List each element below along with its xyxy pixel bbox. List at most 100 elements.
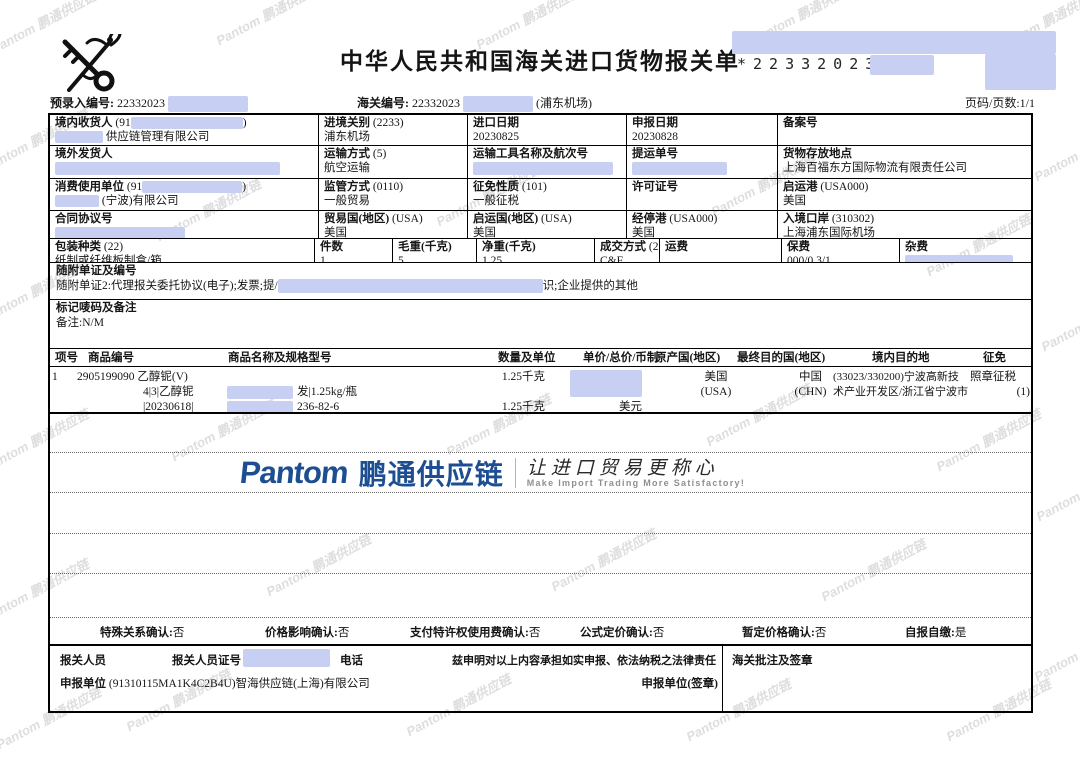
footer-divider [722, 644, 723, 711]
field-misc-fee: 杂费 [900, 239, 1031, 262]
declaration-form-table: 境内收货人 (91) 供应链管理有限公司 进境关别 (2233) 浦东机场 进口… [48, 113, 1033, 713]
goods-item-origin: 美国 [680, 370, 752, 384]
goods-col-name-spec: 商品名称及规格型号 [228, 351, 332, 365]
pre-entry-value: 22332023 [117, 96, 165, 110]
declarant-id-label: 报关人员证号 [172, 652, 241, 668]
redaction [463, 96, 533, 112]
field-license-no: 许可证号 [627, 179, 778, 210]
field-record-no: 备案号 [778, 115, 1031, 145]
field-origin-country: 启运国(地区) (USA) 美国 [468, 211, 627, 238]
goods-item-origin-code: (USA) [680, 385, 752, 399]
page-number: 页码/页数:1/1 [930, 94, 1035, 111]
goods-item-domestic1: (33023/330200)宁波高新技 [833, 370, 985, 384]
goods-col-price: 单价/总价/币制 [583, 351, 658, 365]
goods-bottom-border [50, 412, 1031, 414]
goods-col-domestic: 境内目的地 [872, 351, 930, 365]
redaction [905, 255, 1013, 262]
redaction [732, 31, 1056, 54]
redaction [473, 162, 613, 175]
brand-logo-cn: 鹏通供应链 [359, 453, 504, 493]
field-import-date: 进口日期 20230825 [468, 115, 627, 145]
field-entry-point: 入境口岸 (310302) 上海浦东国际机场 [778, 211, 1031, 238]
redaction [870, 55, 934, 75]
brand-slogan-en: Make Import Trading More Satisfactory! [527, 478, 745, 489]
redaction [243, 649, 330, 667]
redaction [131, 117, 243, 129]
redaction [55, 162, 280, 175]
redaction [55, 131, 103, 143]
confirm-price-influence: 价格影响确认:否 [265, 624, 349, 640]
goods-item-spec2b: 发|1.25kg/瓶 [297, 385, 357, 399]
goods-item-dest: 中国 [783, 370, 838, 384]
field-pieces: 件数 1 [315, 239, 393, 262]
brand-slogan-cn: 让进口贸易更称心 [527, 458, 745, 478]
customs-number-note: (浦东机场) [536, 96, 592, 110]
phone-label: 电话 [340, 652, 363, 668]
field-overseas-shipper: 境外发货人 [50, 146, 319, 178]
field-storage-place: 货物存放地点 上海百福东方国际物流有限责任公司 [778, 146, 1031, 178]
watermark: Pantom 鹏通供应链 [1032, 454, 1080, 525]
brand-logo-latin: Pantom [238, 455, 349, 491]
redaction [227, 386, 293, 399]
confirm-special-relation: 特殊关系确认:否 [100, 624, 184, 640]
customs-declaration-page: Pantom 鹏通供应链 Pantom 鹏通供应链 Pantom 鹏通供应链 P… [0, 0, 1080, 763]
confirm-provisional-price: 暂定价格确认:否 [742, 624, 826, 640]
watermark: Pantom 鹏通供应链 [1030, 114, 1080, 185]
dotted-line [50, 573, 1031, 574]
redaction [570, 370, 642, 397]
field-attached-docs: 随附单证及编号 随附单证2:代理报关委托协议(电子);发票;提/识;企业提供的其… [50, 263, 1031, 299]
brand-strip: Pantom 鹏通供应链 让进口贸易更称心 Make Import Tradin… [230, 455, 755, 491]
goods-item-code-name: 2905199090 乙醇铌(V) [77, 370, 188, 384]
pre-entry-label: 预录入编号: [50, 96, 114, 110]
customs-number: 海关编号: 22332023 (浦东机场) [357, 94, 592, 112]
redaction [985, 54, 1056, 90]
form-row: 境外发货人 运输方式 (5) 航空运输 运输工具名称及航次号 提运单号 货物存放… [50, 146, 1031, 179]
field-departure-port: 启运港 (USA000) 美国 [778, 179, 1031, 210]
field-transport-name: 运输工具名称及航次号 [468, 146, 627, 178]
redaction [55, 195, 99, 207]
confirm-formula-pricing: 公式定价确认:否 [580, 624, 664, 640]
field-insurance: 保费 000/0.3/1 [782, 239, 900, 262]
declaration-statement: 兹申明对以上内容承担如实申报、依法纳税之法律责任 [450, 652, 718, 668]
goods-item-domestic2: 术产业开发区/浙江省宁波市 [833, 385, 985, 399]
field-net-weight: 净重(千克) 1.25 [477, 239, 595, 262]
customs-notes-label: 海关批注及签章 [732, 652, 813, 668]
customs-number-label: 海关编号: [357, 96, 409, 110]
form-row: 合同协议号 贸易国(地区) (USA) 美国 启运国(地区) (USA) 美国 … [50, 211, 1031, 239]
dotted-line [50, 533, 1031, 534]
form-row: 消费使用单位 (91) (宁波)有限公司 监管方式 (0110) 一般贸易 征免… [50, 179, 1031, 211]
field-consignee: 境内收货人 (91) 供应链管理有限公司 [50, 115, 319, 145]
field-gross-weight: 毛重(千克) 5 [393, 239, 477, 262]
goods-col-origin: 原产国(地区) [655, 351, 720, 365]
form-row: 包装种类 (22) 纸制或纤维板制盒/箱 件数 1 毛重(千克) 5 净重(千克… [50, 239, 1031, 263]
field-entry-port: 进境关别 (2233) 浦东机场 [319, 115, 468, 145]
form-row: 标记唛码及备注 备注:N/M [50, 300, 1031, 349]
customs-number-value: 22332023 [412, 96, 460, 110]
field-supervision-mode: 监管方式 (0110) 一般贸易 [319, 179, 468, 210]
field-bill-no: 提运单号 [627, 146, 778, 178]
declare-unit-seal: 申报单位(签章) [530, 675, 718, 691]
form-row: 境内收货人 (91) 供应链管理有限公司 进境关别 (2233) 浦东机场 进口… [50, 115, 1031, 146]
goods-col-duty: 征免 [983, 351, 1006, 365]
goods-item-duty: 照章征税 [970, 370, 1016, 384]
goods-col-hs-code: 商品编号 [88, 351, 134, 365]
field-transaction-mode: 成交方式 (2) C&F [595, 239, 660, 262]
redaction [55, 227, 185, 238]
declare-unit: 申报单位 (91310115MA1K4C2B4U)智海供应链(上海)有限公司 [60, 675, 370, 691]
confirm-royalty-payment: 支付特许权使用费确认:否 [410, 624, 540, 640]
dotted-line [50, 617, 1031, 618]
dotted-line [50, 452, 1031, 453]
field-tax-nature: 征免性质 (101) 一般征税 [468, 179, 627, 210]
field-consumer-unit: 消费使用单位 (91) (宁波)有限公司 [50, 179, 319, 210]
goods-item-dest-code: (CHN) [783, 385, 838, 399]
form-row: 随附单证及编号 随附单证2:代理报关委托协议(电子);发票;提/识;企业提供的其… [50, 263, 1031, 300]
field-contract-no: 合同协议号 [50, 211, 319, 238]
field-marks-notes: 标记唛码及备注 备注:N/M [50, 300, 1031, 348]
confirm-self-declare-pay: 自报自缴:是 [905, 624, 966, 640]
declarant-label: 报关人员 [60, 652, 106, 668]
declaration-serial-number: *22332023 [737, 55, 881, 73]
watermark: Pantom 鹏通供应链 [1037, 284, 1080, 355]
field-via-port: 经停港 (USA000) 美国 [627, 211, 778, 238]
goods-item-duty-code: (1) [990, 385, 1030, 399]
goods-item-qty1: 1.25千克 [478, 370, 545, 384]
